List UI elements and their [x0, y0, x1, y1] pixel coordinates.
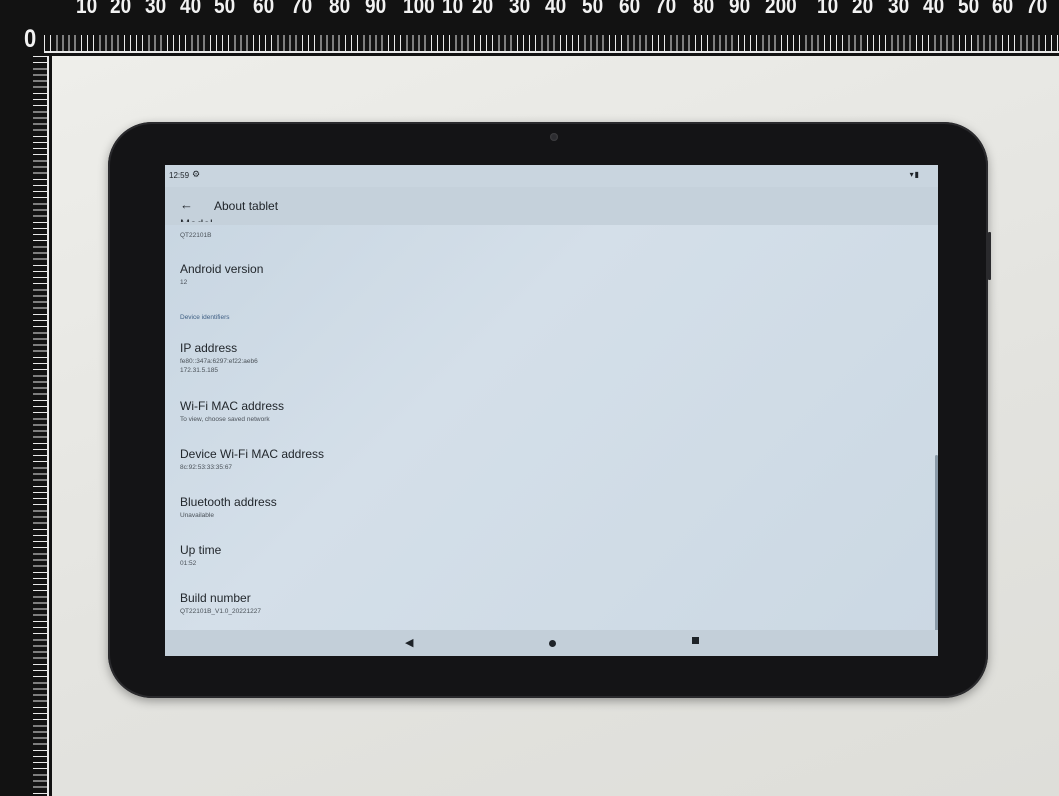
up-time-title: Up time: [180, 543, 222, 557]
ip-address-value-2: 172.31.5.185: [180, 367, 218, 374]
ruler-left-ticks: [33, 56, 49, 796]
nav-home-icon[interactable]: [549, 640, 556, 647]
wifi-battery-icons: ▾▮: [909, 170, 920, 179]
page-title: About tablet: [214, 199, 279, 213]
ruler-label: 30: [509, 0, 531, 19]
ruler-label: 50: [214, 0, 236, 19]
ruler-label: 10: [76, 0, 98, 19]
ruler-label: 60: [619, 0, 641, 19]
device-wifi-mac-value: 8c:92:53:33:35:67: [180, 464, 233, 471]
ruler-label: 30: [145, 0, 167, 19]
app-bar: ← About tablet: [165, 187, 938, 225]
ruler-label: 200: [765, 0, 797, 19]
nav-recents-icon[interactable]: [692, 637, 699, 644]
section-header-device-identifiers: Device identifiers: [180, 314, 230, 321]
ruler-label: 20: [110, 0, 132, 19]
android-version-item[interactable]: Android version 12: [180, 262, 263, 287]
model-title-clipped: Model: [180, 217, 213, 222]
bluetooth-address-value: Unavailable: [180, 512, 214, 519]
build-number-value: QT22101B_V1.0_20221227: [180, 608, 261, 615]
ruler-label: 80: [329, 0, 351, 19]
device-wifi-mac-item[interactable]: Device Wi-Fi MAC address 8c:92:53:33:35:…: [180, 447, 324, 472]
ruler-label: 50: [958, 0, 980, 19]
wifi-mac-value: To view, choose saved network: [180, 416, 270, 423]
ruler-label: 30: [888, 0, 910, 19]
ruler-top: 0 10 20 30 40 50 60 70 80 90 100 10 20 3…: [0, 0, 1059, 56]
ruler-label: 100: [403, 0, 435, 19]
ruler-label: 70: [1026, 0, 1048, 19]
device-wifi-mac-title: Device Wi-Fi MAC address: [180, 447, 325, 461]
side-button[interactable]: [988, 232, 991, 280]
scrollbar[interactable]: [935, 455, 938, 655]
ruler-label: 90: [729, 0, 751, 19]
build-number-title: Build number: [180, 591, 251, 605]
build-number-item[interactable]: Build number QT22101B_V1.0_20221227: [180, 591, 261, 616]
model-value: QT22101B: [180, 232, 212, 239]
model-item[interactable]: QT22101B: [180, 229, 211, 240]
ruler-label: 60: [992, 0, 1014, 19]
up-time-item[interactable]: Up time 01:52: [180, 543, 221, 568]
arrow-left-icon[interactable]: ←: [180, 197, 193, 212]
nav-back-icon[interactable]: ◀: [405, 636, 413, 649]
navigation-bar: ◀: [165, 630, 938, 656]
ruler-top-ticks: [44, 35, 1059, 53]
gear-icon: ⚙: [192, 169, 201, 179]
ip-address-title: IP address: [180, 341, 238, 355]
ip-address-value-1: fe80::347a:6297:ef22:aeb6: [180, 358, 258, 365]
tablet-device: 12:59 ⚙ ▾▮ ← About tablet Model QT22101B…: [108, 122, 991, 698]
ruler-label: 20: [472, 0, 494, 19]
wifi-mac-title: Wi-Fi MAC address: [180, 399, 285, 413]
tablet-screen: 12:59 ⚙ ▾▮ ← About tablet Model QT22101B…: [165, 165, 938, 656]
ruler-left: [0, 56, 52, 796]
wifi-mac-item[interactable]: Wi-Fi MAC address To view, choose saved …: [180, 399, 284, 424]
bluetooth-address-title: Bluetooth address: [180, 495, 277, 509]
ruler-label: 90: [365, 0, 387, 19]
android-version-title: Android version: [180, 262, 264, 276]
status-time: 12:59: [169, 171, 190, 180]
ruler-label: 10: [442, 0, 464, 19]
ip-address-item[interactable]: IP address fe80::347a:6297:ef22:aeb6 172…: [180, 341, 258, 375]
ruler-label: 40: [180, 0, 202, 19]
ruler-label: 40: [545, 0, 567, 19]
android-version-value: 12: [180, 279, 188, 286]
ruler-label: 40: [923, 0, 945, 19]
ruler-label: 10: [817, 0, 839, 19]
ruler-label: 20: [852, 0, 874, 19]
bluetooth-address-item[interactable]: Bluetooth address Unavailable: [180, 495, 277, 520]
status-bar: 12:59 ⚙ ▾▮: [165, 165, 938, 187]
ruler-label: 60: [253, 0, 275, 19]
ruler-label: 80: [693, 0, 715, 19]
ruler-label: 50: [582, 0, 604, 19]
up-time-value: 01:52: [180, 560, 197, 567]
ruler-label: 0: [24, 24, 37, 53]
ruler-label: 70: [655, 0, 677, 19]
settings-list: Model QT22101B Android version 12 Device…: [165, 217, 938, 655]
camera-icon: [550, 133, 558, 141]
ruler-label: 70: [291, 0, 313, 19]
